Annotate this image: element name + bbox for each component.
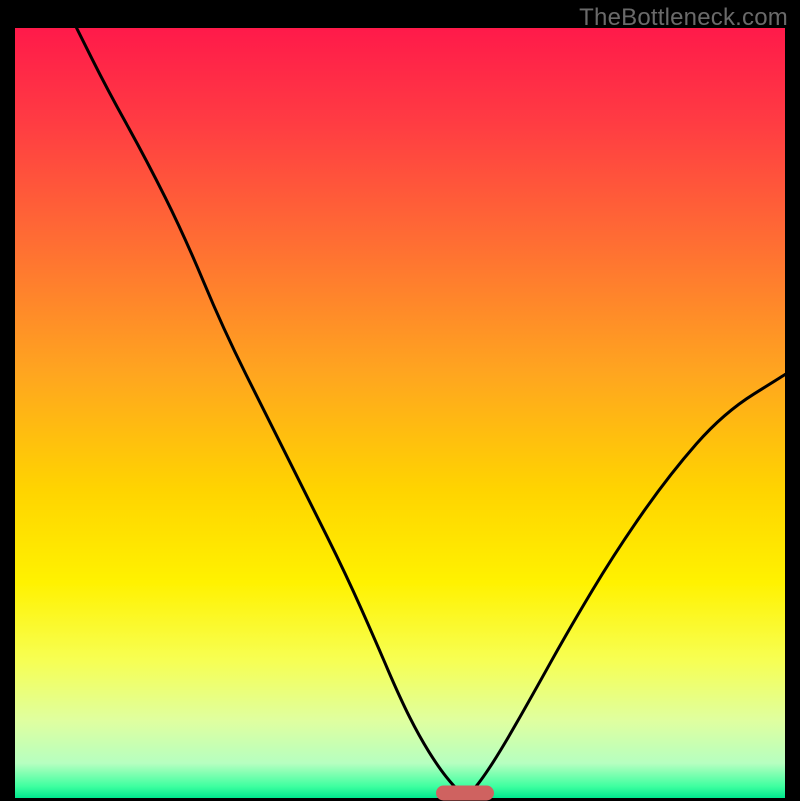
chart-plot xyxy=(15,28,785,798)
chart-background xyxy=(15,28,785,798)
chart-frame xyxy=(15,28,785,798)
optimal-marker xyxy=(436,786,494,801)
